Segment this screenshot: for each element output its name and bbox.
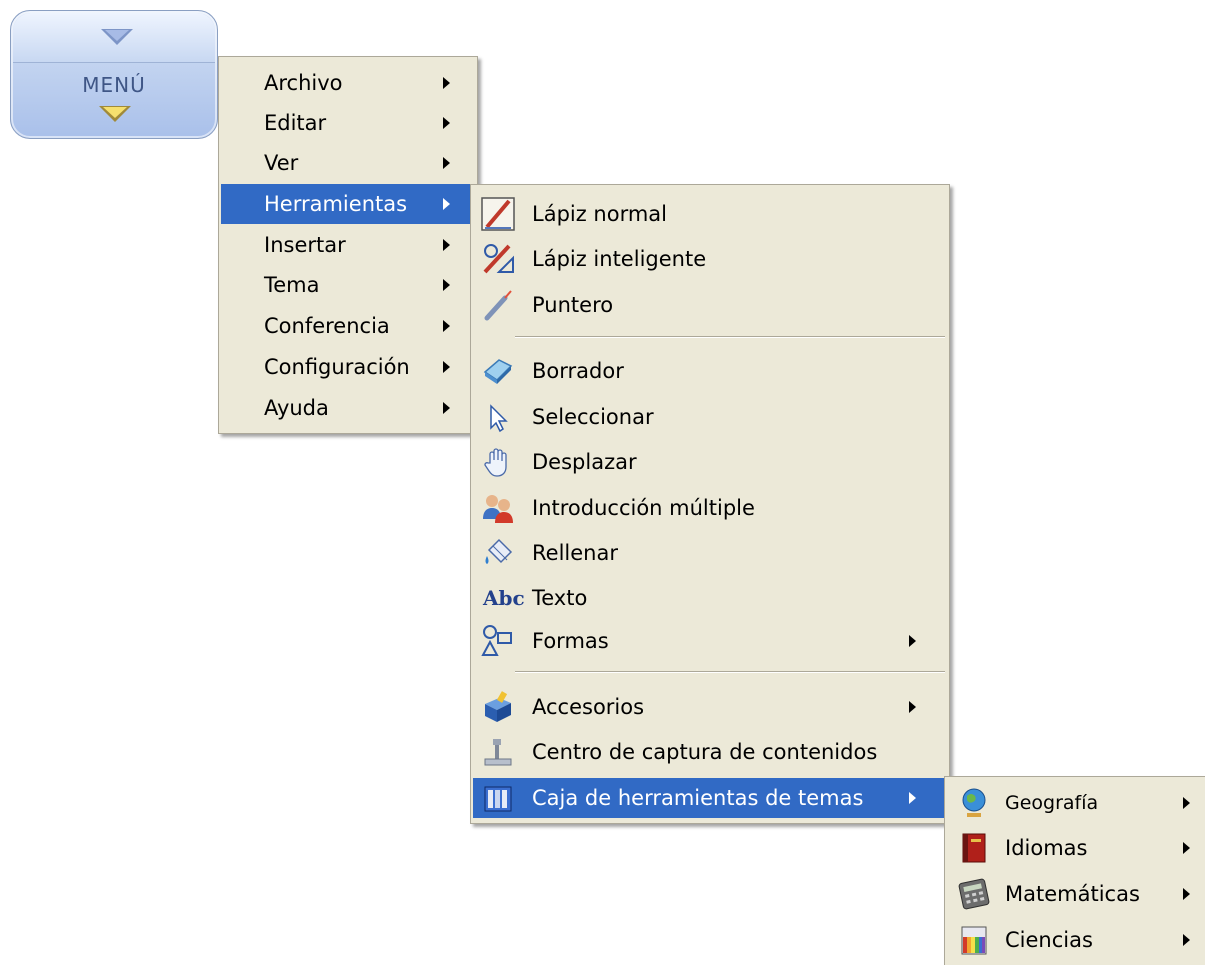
tool-item-lapiz-inteligente[interactable]: Lápiz inteligente <box>473 240 947 278</box>
menu-separator <box>515 336 945 338</box>
tool-item-puntero[interactable]: Puntero <box>473 286 947 324</box>
multi-user-icon <box>483 495 513 523</box>
submenu-arrow-icon <box>443 361 450 373</box>
submenu-arrow-icon <box>443 239 450 251</box>
submenu-arrow-icon <box>909 635 916 647</box>
subject-item-ciencias[interactable]: Ciencias <box>947 921 1203 959</box>
globe-icon <box>962 788 986 817</box>
menu-item-herramientas[interactable]: Herramientas <box>221 184 475 224</box>
subject-item-idiomas[interactable]: Idiomas <box>947 829 1203 867</box>
select-arrow-icon <box>490 404 508 433</box>
accessories-icon <box>485 691 511 722</box>
menu-item-tema[interactable]: Tema <box>221 266 475 304</box>
tool-item-caja-herramientas-temas[interactable]: Caja de herramientas de temas <box>473 778 947 818</box>
menu-item-conferencia[interactable]: Conferencia <box>221 307 475 345</box>
pencil-icon <box>481 197 515 231</box>
submenu-arrow-icon <box>443 279 450 291</box>
tool-item-texto[interactable]: Abc Texto <box>473 579 947 617</box>
eraser-icon <box>483 359 513 384</box>
submenu-arrow-icon <box>443 157 450 169</box>
pointer-pen-icon <box>484 290 512 321</box>
tool-item-introduccion-multiple[interactable]: Introducción múltiple <box>473 489 947 527</box>
menu-separator <box>515 671 945 673</box>
submenu-arrow-icon <box>1183 934 1190 946</box>
tool-item-seleccionar[interactable]: Seleccionar <box>473 398 947 436</box>
menu-button-label: MENÚ <box>82 73 146 97</box>
main-menu: Archivo Editar Ver Herramientas Insertar… <box>218 56 478 434</box>
submenu-arrow-icon <box>443 77 450 89</box>
submenu-arrow-icon <box>1183 888 1190 900</box>
menu-item-ayuda[interactable]: Ayuda <box>221 389 475 427</box>
calculator-icon <box>958 878 990 910</box>
menu-item-archivo[interactable]: Archivo <box>221 64 475 102</box>
menu-button[interactable]: MENÚ <box>10 10 218 139</box>
submenu-arrow-icon <box>909 701 916 713</box>
tool-item-centro-captura[interactable]: Centro de captura de contenidos <box>473 733 947 771</box>
submenu-arrow-icon <box>909 792 916 804</box>
beaker-icon <box>961 926 987 955</box>
smart-pencil-icon <box>483 244 514 274</box>
submenu-arrow-icon <box>1183 797 1190 809</box>
tool-item-lapiz-normal[interactable]: Lápiz normal <box>473 194 947 234</box>
toolbox-icon <box>484 786 512 812</box>
submenu-arrow-icon <box>443 320 450 332</box>
menu-item-insertar[interactable]: Insertar <box>221 226 475 264</box>
tool-item-desplazar[interactable]: Desplazar <box>473 443 947 481</box>
menu-item-ver[interactable]: Ver <box>221 144 475 182</box>
menu-item-configuracion[interactable]: Configuración <box>221 348 475 386</box>
book-icon <box>962 833 986 863</box>
capture-center-icon <box>484 739 512 766</box>
fill-bucket-icon <box>485 538 513 564</box>
subject-item-geografia[interactable]: Geografía <box>947 784 1203 822</box>
hand-icon <box>484 448 507 477</box>
tool-item-formas[interactable]: Formas <box>473 622 947 660</box>
submenu-arrow-icon <box>443 117 450 129</box>
tools-menu: Lápiz normal Lápiz inteligente Puntero B… <box>470 184 950 824</box>
text-icon: Abc <box>483 586 525 610</box>
submenu-arrow-icon <box>443 198 450 210</box>
menu-button-top <box>13 13 215 63</box>
shapes-icon <box>481 625 512 656</box>
submenu-arrow-icon <box>443 402 450 414</box>
subjects-menu: Geografía Idiomas Matemáticas Ciencias <box>944 776 1205 965</box>
menu-item-editar[interactable]: Editar <box>221 104 475 142</box>
tool-item-borrador[interactable]: Borrador <box>473 352 947 390</box>
submenu-arrow-icon <box>1183 842 1190 854</box>
tool-item-accesorios[interactable]: Accesorios <box>473 688 947 726</box>
subject-item-matematicas[interactable]: Matemáticas <box>947 875 1203 913</box>
tool-item-rellenar[interactable]: Rellenar <box>473 534 947 572</box>
